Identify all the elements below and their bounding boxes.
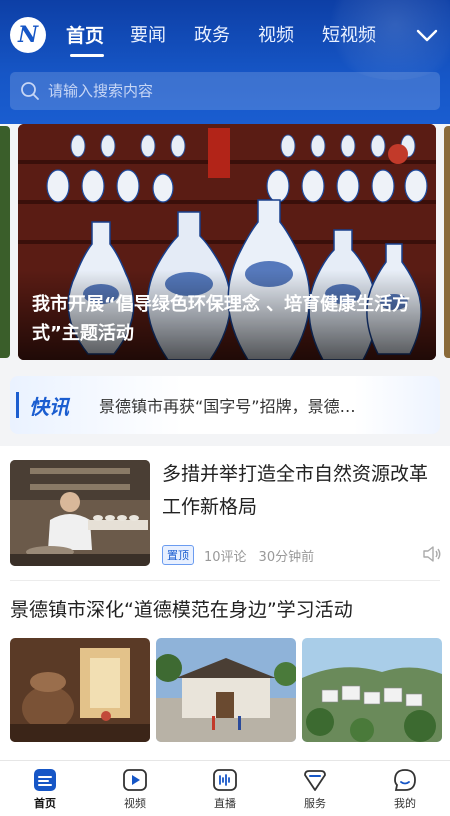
live-icon xyxy=(213,768,237,791)
app-header: N 首页 要闻 政务 视频 短视频 xyxy=(0,0,450,124)
town-landscape-image xyxy=(302,638,442,742)
channel-tabs: 首页 要闻 政务 视频 短视频 xyxy=(66,20,386,57)
tab-short-video[interactable]: 短视频 xyxy=(322,20,386,52)
nav-service[interactable]: 服务 xyxy=(270,761,360,816)
nav-live-label: 直播 xyxy=(214,796,236,810)
news-thumbnail xyxy=(10,460,150,566)
news-image-2 xyxy=(156,638,296,742)
news-item-2[interactable]: 景德镇市深化“道德模范在身边”学习活动 xyxy=(0,582,450,760)
pinned-badge: 置顶 xyxy=(162,545,194,565)
search-input[interactable] xyxy=(48,82,428,100)
news-image-1 xyxy=(10,638,150,742)
publish-time: 30分钟前 xyxy=(258,549,315,565)
flash-accent-bar xyxy=(16,392,19,418)
service-icon xyxy=(304,769,326,791)
banner-carousel[interactable]: 我市开展“倡导绿色环保理念 、培育健康生活方式”主题活动 xyxy=(0,124,450,364)
potter-workshop-image xyxy=(10,460,150,566)
nav-profile-label: 我的 xyxy=(394,796,416,810)
search-icon xyxy=(21,82,39,100)
tab-government[interactable]: 政务 xyxy=(194,20,258,52)
bottom-navigation: 首页 视频 直播 服务 我的 xyxy=(0,760,450,816)
nav-live[interactable]: 直播 xyxy=(180,761,270,816)
profile-icon xyxy=(394,768,416,791)
chevron-down-icon[interactable] xyxy=(414,22,440,48)
news-image-3 xyxy=(302,638,442,742)
news-title[interactable]: 多措并举打造全市自然资源改革工作新格局 xyxy=(162,458,440,524)
nav-video-label: 视频 xyxy=(124,796,146,810)
news-meta: 置顶 10评论 30分钟前 xyxy=(162,545,326,565)
app-logo[interactable]: N xyxy=(10,17,46,53)
news-image-group xyxy=(10,638,442,742)
tab-headlines[interactable]: 要闻 xyxy=(130,20,194,52)
flash-label: 快讯 xyxy=(29,394,69,419)
flash-text[interactable]: 景德镇市再获“国字号”招牌，景德… xyxy=(99,393,419,417)
search-bar[interactable] xyxy=(10,72,440,110)
news-divider xyxy=(10,580,440,581)
banner-slide[interactable]: 我市开展“倡导绿色环保理念 、培育健康生活方式”主题活动 xyxy=(18,124,436,360)
tab-video[interactable]: 视频 xyxy=(258,20,322,52)
banner-caption: 我市开展“倡导绿色环保理念 、培育健康生活方式”主题活动 xyxy=(32,294,411,344)
speaker-icon[interactable] xyxy=(422,546,442,562)
logo-text: N xyxy=(17,22,39,48)
carousel-prev-peek xyxy=(0,126,10,358)
news-item-1[interactable]: 多措并举打造全市自然资源改革工作新格局 置顶 10评论 30分钟前 xyxy=(0,446,450,582)
nav-home-label: 首页 xyxy=(34,796,56,810)
carousel-next-peek xyxy=(444,126,450,358)
flash-news-ticker[interactable]: 快讯 景德镇市再获“国字号”招牌，景德… xyxy=(10,376,440,434)
village-house-image xyxy=(156,638,296,742)
video-play-icon xyxy=(123,768,147,791)
nav-home[interactable]: 首页 xyxy=(0,761,90,816)
interior-image xyxy=(10,638,150,742)
nav-profile[interactable]: 我的 xyxy=(360,761,450,816)
comment-count: 10评论 xyxy=(204,549,247,565)
nav-service-label: 服务 xyxy=(304,796,326,810)
news-title[interactable]: 景德镇市深化“道德模范在身边”学习活动 xyxy=(10,596,440,624)
nav-video[interactable]: 视频 xyxy=(90,761,180,816)
home-icon xyxy=(34,768,56,791)
tab-home[interactable]: 首页 xyxy=(66,20,130,57)
